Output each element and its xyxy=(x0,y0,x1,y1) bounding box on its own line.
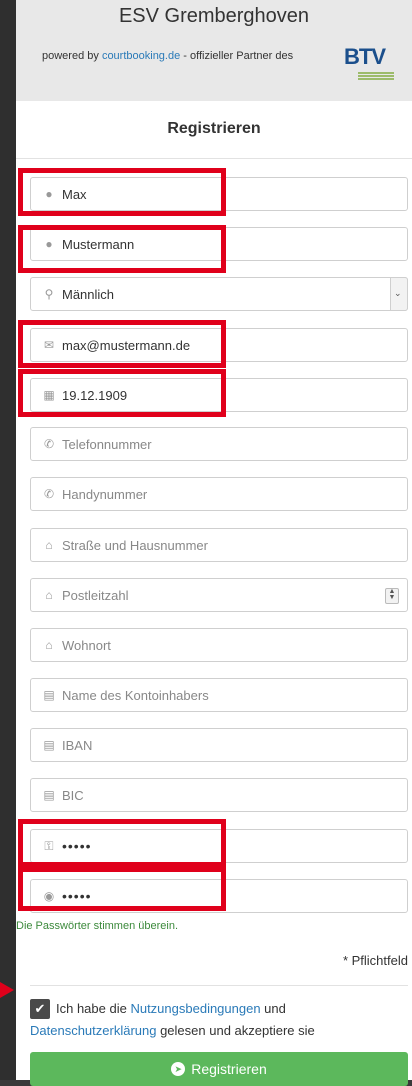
password-confirm-value: ••••• xyxy=(62,888,92,904)
email-value: max@mustermann.de xyxy=(62,338,191,353)
powered-prefix: powered by xyxy=(42,50,102,62)
city-placeholder: Wohnort xyxy=(62,638,111,653)
password-match-message: Die Passwörter stimmen überein. xyxy=(16,920,179,932)
register-button-label: Registrieren xyxy=(191,1061,267,1077)
envelope-icon: ✉ xyxy=(43,338,55,352)
phone-placeholder: Telefonnummer xyxy=(62,437,152,452)
street-field[interactable]: ⌂ Straße und Hausnummer xyxy=(30,528,408,562)
register-button[interactable]: ➤ Registrieren xyxy=(30,1052,408,1086)
account-holder-field[interactable]: ▤ Name des Kontoinhabers xyxy=(30,678,408,712)
divider xyxy=(30,985,408,986)
home-icon: ⌂ xyxy=(45,638,53,652)
terms-text: Ich habe die Nutzungsbedingungen und Date… xyxy=(30,998,410,1042)
btv-logo-text: BTV xyxy=(344,44,386,69)
terms-prefix: Ich habe die xyxy=(56,1001,131,1016)
street-placeholder: Straße und Hausnummer xyxy=(62,538,208,553)
user-icon: ● xyxy=(45,237,53,251)
first-name-value: Max xyxy=(62,187,87,202)
eye-icon: ◉ xyxy=(43,889,55,903)
home-icon: ⌂ xyxy=(45,538,53,552)
birthdate-field[interactable]: ▦ 19.12.1909 xyxy=(30,378,408,412)
first-name-field[interactable]: ● Max xyxy=(30,177,408,211)
last-name-field[interactable]: ● Mustermann xyxy=(30,227,408,261)
mobile-field[interactable]: ✆ Handynummer xyxy=(30,477,408,511)
password-field[interactable]: ⚿ ••••• xyxy=(30,829,408,863)
email-field[interactable]: ✉ max@mustermann.de xyxy=(30,328,408,362)
bic-placeholder: BIC xyxy=(62,788,84,803)
birthdate-value: 19.12.1909 xyxy=(62,388,128,403)
credit-card-icon: ▤ xyxy=(43,688,55,702)
divider xyxy=(16,158,412,159)
iban-placeholder: IBAN xyxy=(62,738,93,753)
red-arrow-marker xyxy=(0,982,14,998)
powered-by-line: powered by courtbooking.de - offizieller… xyxy=(42,50,293,62)
iban-field[interactable]: ▤ IBAN xyxy=(30,728,408,762)
password-confirm-field[interactable]: ◉ ••••• xyxy=(30,879,408,913)
terms-suffix: gelesen und akzeptiere sie xyxy=(156,1023,315,1038)
calendar-icon: ▦ xyxy=(43,388,55,402)
home-icon: ⌂ xyxy=(45,588,53,602)
terms-middle: und xyxy=(260,1001,286,1016)
gender-icon: ⚲ xyxy=(44,287,54,301)
btv-logo: BTV xyxy=(344,42,398,84)
powered-suffix: - offizieller Partner des xyxy=(180,50,294,62)
postal-code-field[interactable]: ⌂ Postleitzahl ▲ ▼ xyxy=(30,578,408,612)
select-arrow[interactable]: ⌄ xyxy=(390,277,408,311)
phone-field[interactable]: ✆ Telefonnummer xyxy=(30,427,408,461)
account-holder-placeholder: Name des Kontoinhabers xyxy=(62,688,209,703)
terms-link[interactable]: Nutzungsbedingungen xyxy=(130,1001,260,1016)
btv-logo-stripes xyxy=(358,72,394,80)
key-icon: ⚿ xyxy=(44,839,54,853)
password-value: ••••• xyxy=(62,838,92,854)
city-field[interactable]: ⌂ Wohnort xyxy=(30,628,408,662)
form-title: Registrieren xyxy=(167,120,261,137)
phone-icon: ✆ xyxy=(43,437,55,451)
privacy-link[interactable]: Datenschutzerklärung xyxy=(30,1023,156,1038)
left-sidebar-edge xyxy=(0,0,16,1080)
mobile-placeholder: Handynummer xyxy=(62,487,148,502)
check-icon: ✔ xyxy=(34,1001,46,1016)
gender-value: Männlich xyxy=(62,287,115,302)
credit-card-icon: ▤ xyxy=(43,788,55,802)
user-icon: ● xyxy=(45,187,53,201)
registration-panel: ESV Gremberghoven powered by courtbookin… xyxy=(16,0,412,1086)
last-name-value: Mustermann xyxy=(62,237,135,252)
postal-code-placeholder: Postleitzahl xyxy=(62,588,129,603)
terms-checkbox[interactable]: ✔ xyxy=(30,999,50,1019)
globe-icon: ➤ xyxy=(171,1061,186,1076)
gender-select[interactable]: ⚲ Männlich ⌄ xyxy=(30,277,408,311)
courtbooking-link[interactable]: courtbooking.de xyxy=(102,50,180,62)
required-note: * Pflichtfeld xyxy=(342,953,408,968)
header: ESV Gremberghoven powered by courtbookin… xyxy=(16,0,412,101)
chevron-down-icon: ⌄ xyxy=(394,288,402,298)
number-spinner[interactable]: ▲ ▼ xyxy=(385,588,399,604)
phone-icon: ✆ xyxy=(43,487,55,501)
credit-card-icon: ▤ xyxy=(43,738,55,752)
bic-field[interactable]: ▤ BIC xyxy=(30,778,408,812)
club-title: ESV Gremberghoven xyxy=(118,5,310,27)
